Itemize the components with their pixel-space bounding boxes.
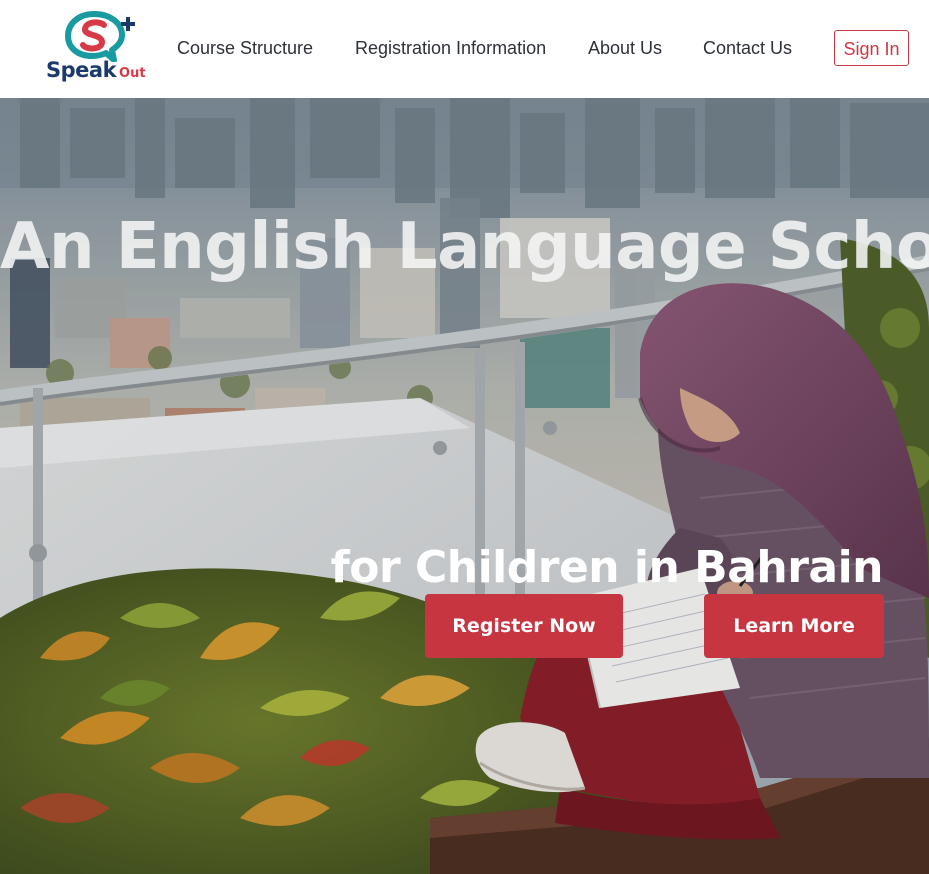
hero-subtitle: for Children in Bahrain xyxy=(330,541,884,593)
hero-title: An English Language School xyxy=(0,209,929,284)
site-header: Speak Out Course Structure Registration I… xyxy=(0,0,929,98)
nav-about-us[interactable]: About Us xyxy=(588,37,662,59)
logo-wordmark: Speak Out xyxy=(46,60,146,81)
nav-course-structure[interactable]: Course Structure xyxy=(177,37,313,59)
logo-out-text: Out xyxy=(119,66,146,81)
register-now-button[interactable]: Register Now xyxy=(425,594,623,658)
sign-in-button[interactable]: Sign In xyxy=(834,30,909,66)
page: Speak Out Course Structure Registration I… xyxy=(0,0,929,874)
learn-more-button[interactable]: Learn More xyxy=(704,594,884,658)
logo-link[interactable]: Speak Out xyxy=(44,8,152,90)
speak-out-logo-icon xyxy=(65,11,135,62)
logo-speak-text: Speak xyxy=(46,58,117,82)
nav-registration-information[interactable]: Registration Information xyxy=(355,37,546,59)
nav-contact-us[interactable]: Contact Us xyxy=(703,37,792,59)
hero-section: An English Language School for Children … xyxy=(0,98,929,874)
